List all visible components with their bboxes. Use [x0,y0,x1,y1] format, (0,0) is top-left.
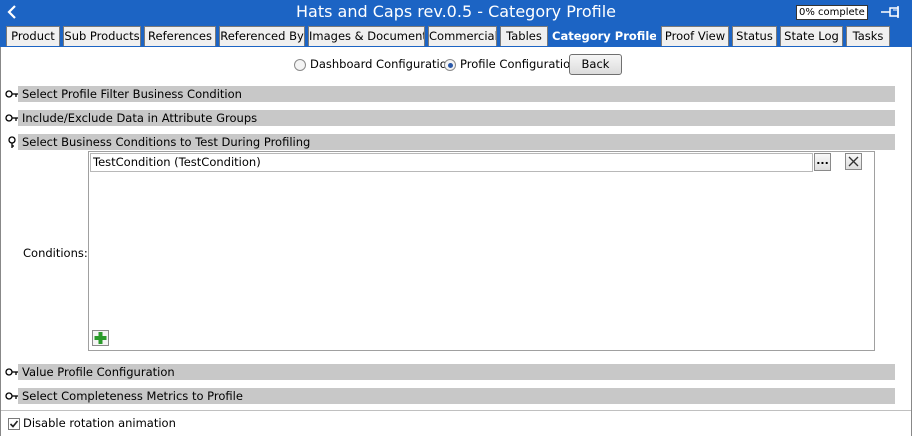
expand-key-icon[interactable] [5,88,19,100]
section-profile-filter[interactable]: Select Profile Filter Business Condition [0,86,912,102]
tab-strip: Product Sub Products References Referenc… [0,25,912,47]
back-button[interactable]: Back [569,54,622,75]
remove-condition-button[interactable] [845,153,862,170]
profile-config-radio[interactable] [444,59,456,71]
tab-proof-view[interactable]: Proof View [661,26,729,46]
checkmark-icon [9,420,19,428]
tab-state-log[interactable]: State Log [780,26,843,46]
tab-referenced-by[interactable]: Referenced By [219,26,305,46]
profile-config-label[interactable]: Profile Configuration [460,57,577,71]
plus-icon [94,332,107,344]
tab-tables[interactable]: Tables [500,26,548,46]
disable-rotation-checkbox[interactable] [8,418,20,430]
condition-item[interactable]: TestCondition (TestCondition) [90,153,813,172]
expand-key-icon[interactable] [5,112,19,124]
window-title: Hats and Caps rev.0.5 - Category Profile [296,2,616,21]
expand-key-icon[interactable] [5,390,19,402]
title-bar: Hats and Caps rev.0.5 - Category Profile… [0,0,912,25]
section-title: Value Profile Configuration [22,365,175,379]
section-include-exclude[interactable]: Include/Exclude Data in Attribute Groups [0,110,912,126]
tab-sub-products[interactable]: Sub Products [63,26,141,46]
tab-images-documents[interactable]: Images & Documents [308,26,425,46]
section-title: Select Completeness Metrics to Profile [22,389,243,403]
tab-tasks[interactable]: Tasks [846,26,890,46]
footer-divider [1,410,911,411]
pin-icon[interactable] [880,6,904,18]
browse-condition-button[interactable]: ... [814,153,831,171]
section-title: Include/Exclude Data in Attribute Groups [22,111,258,125]
section-title: Select Profile Filter Business Condition [22,87,242,101]
tab-commercial[interactable]: Commercial [428,26,497,46]
add-condition-button[interactable] [92,330,109,346]
tab-product[interactable]: Product [6,26,60,46]
tab-status[interactable]: Status [732,26,777,46]
section-title: Select Business Conditions to Test Durin… [22,135,311,149]
expand-key-icon[interactable] [5,366,19,378]
dashboard-config-radio[interactable] [294,59,306,71]
collapse-key-icon[interactable] [5,136,19,148]
conditions-label: Conditions: [23,246,88,260]
section-value-profile[interactable]: Value Profile Configuration [0,364,912,380]
progress-indicator: 0% complete [796,5,868,20]
conditions-list-panel [88,151,875,351]
disable-rotation-label[interactable]: Disable rotation animation [23,416,176,430]
dashboard-config-label[interactable]: Dashboard Configuration [310,57,454,71]
section-completeness[interactable]: Select Completeness Metrics to Profile [0,388,912,404]
remove-icon [848,156,859,167]
tab-references[interactable]: References [144,26,216,46]
tab-category-profile[interactable]: Category Profile [551,25,657,47]
section-business-conditions[interactable]: Select Business Conditions to Test Durin… [0,134,912,150]
